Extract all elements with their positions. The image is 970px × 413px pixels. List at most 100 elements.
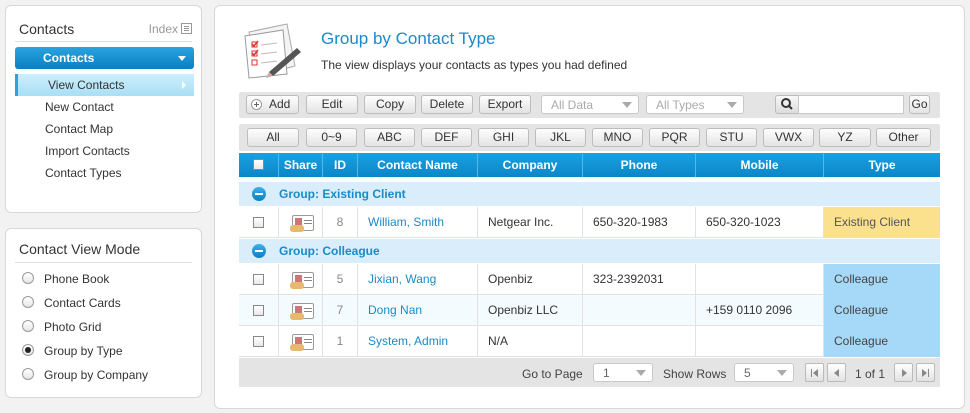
column-header-share[interactable]: Share — [279, 153, 323, 177]
page-subtitle: The view displays your contacts as types… — [321, 58, 628, 72]
first-page-button[interactable] — [805, 363, 824, 382]
go-button[interactable]: Go — [909, 95, 930, 114]
chevron-down-icon — [636, 370, 646, 376]
alpha-filter-jkl[interactable]: JKL — [535, 128, 586, 147]
alpha-filter-abc[interactable]: ABC — [364, 128, 415, 147]
radio-button[interactable] — [22, 272, 34, 284]
row-checkbox[interactable] — [253, 336, 264, 347]
share-card-icon[interactable] — [290, 272, 314, 289]
column-header-phone[interactable]: Phone — [583, 153, 696, 177]
page-title: Group by Contact Type — [321, 29, 496, 48]
contact-name-link[interactable]: Dong Nan — [358, 295, 478, 326]
pagination-bar: Go to Page 1 Show Rows 5 1 of 1 — [239, 358, 940, 387]
last-page-button[interactable] — [916, 363, 935, 382]
table-row[interactable]: 5 Jixian, Wang Openbiz 323-2392031 Colle… — [239, 264, 940, 295]
alpha-filter-other[interactable]: Other — [876, 128, 931, 147]
contact-name-link[interactable]: William, Smith — [358, 207, 478, 238]
row-checkbox[interactable] — [253, 217, 264, 228]
radio-button[interactable] — [22, 296, 34, 308]
data-filter-select[interactable]: All Data — [541, 95, 639, 114]
data-filter-value: All Data — [551, 98, 594, 112]
phone-cell — [583, 326, 696, 357]
sidebar-item-contact-types[interactable]: Contact Types — [15, 162, 194, 184]
column-header-mobile[interactable]: Mobile — [696, 153, 824, 177]
radio-button-checked[interactable] — [22, 344, 34, 356]
sidebar-item-import-contacts[interactable]: Import Contacts — [15, 140, 194, 162]
column-header-type[interactable]: Type — [824, 153, 940, 177]
select-all-checkbox[interactable] — [253, 159, 264, 170]
id-cell: 5 — [323, 264, 358, 295]
share-card-icon[interactable] — [290, 215, 314, 232]
table-row[interactable]: 8 William, Smith Netgear Inc. 650-320-19… — [239, 207, 940, 238]
group-label: Group: Existing Client — [279, 187, 406, 201]
phone-cell: 323-2392031 — [583, 264, 696, 295]
sidebar-item-view-contacts[interactable]: View Contacts — [15, 74, 194, 96]
index-link[interactable]: Index — [149, 22, 178, 36]
sidebar-item-contact-map[interactable]: Contact Map — [15, 118, 194, 140]
chevron-down-icon — [727, 102, 737, 108]
id-cell: 1 — [323, 326, 358, 357]
copy-button[interactable]: Copy — [364, 95, 416, 114]
grid-header: Share ID Contact Name Company Phone Mobi… — [239, 153, 940, 177]
sidebar-item-label: Import Contacts — [45, 144, 130, 158]
table-row[interactable]: 1 System, Admin N/A Colleague — [239, 326, 940, 357]
view-mode-panel: Contact View Mode Phone Book Contact Car… — [5, 228, 202, 398]
next-page-button[interactable] — [894, 363, 913, 382]
show-rows-select[interactable]: 5 — [734, 363, 794, 382]
phone-cell — [583, 295, 696, 326]
type-filter-select[interactable]: All Types — [646, 95, 744, 114]
toolbar: Add Edit Copy Delete Export All Data All… — [239, 92, 940, 118]
goto-page-select[interactable]: 1 — [593, 363, 653, 382]
contacts-menu[interactable]: Contacts — [15, 47, 194, 69]
alphabet-filter-bar: All 0~9 ABC DEF GHI JKL MNO PQR STU VWX … — [239, 124, 940, 151]
page-info: 1 of 1 — [855, 367, 886, 381]
radio-button[interactable] — [22, 320, 34, 332]
column-header-id[interactable]: ID — [323, 153, 358, 177]
row-select-cell — [239, 295, 279, 326]
group-row-existing-client[interactable]: Group: Existing Client — [239, 181, 940, 206]
goto-page-label: Go to Page — [522, 367, 583, 381]
share-card-icon[interactable] — [290, 303, 314, 320]
chevron-left-icon — [834, 369, 839, 377]
contacts-nav-header: Contacts Index — [15, 14, 192, 42]
add-button[interactable]: Add — [246, 95, 299, 114]
goto-page-value: 1 — [603, 366, 610, 380]
collapse-icon[interactable] — [252, 244, 266, 258]
delete-button[interactable]: Delete — [421, 95, 473, 114]
table-row[interactable]: 7 Dong Nan Openbiz LLC +159 0110 2096 Co… — [239, 295, 940, 326]
edit-button[interactable]: Edit — [306, 95, 358, 114]
prev-page-button[interactable] — [827, 363, 846, 382]
sidebar-item-new-contact[interactable]: New Contact — [15, 96, 194, 118]
export-button[interactable]: Export — [479, 95, 531, 114]
row-checkbox[interactable] — [253, 305, 264, 316]
search-input[interactable] — [798, 95, 904, 114]
share-cell — [279, 295, 323, 326]
contact-name-link[interactable]: Jixian, Wang — [358, 264, 478, 295]
column-header-contact-name[interactable]: Contact Name — [358, 153, 478, 177]
alpha-filter-mno[interactable]: MNO — [592, 128, 643, 147]
row-checkbox[interactable] — [253, 274, 264, 285]
group-row-colleague[interactable]: Group: Colleague — [239, 238, 940, 263]
alpha-filter-yz[interactable]: YZ — [819, 128, 871, 147]
clipboard-pen-icon — [244, 23, 301, 79]
alpha-filter-stu[interactable]: STU — [706, 128, 757, 147]
contact-name-link[interactable]: System, Admin — [358, 326, 478, 357]
company-cell: Netgear Inc. — [478, 207, 583, 238]
sidebar-item-label: Contact Map — [45, 122, 114, 136]
alpha-filter-ghi[interactable]: GHI — [478, 128, 529, 147]
search-button[interactable] — [775, 95, 799, 114]
show-rows-value: 5 — [744, 366, 751, 380]
share-card-icon[interactable] — [290, 334, 314, 351]
row-select-cell — [239, 264, 279, 295]
alpha-filter-def[interactable]: DEF — [421, 128, 472, 147]
alpha-filter-vwx[interactable]: VWX — [763, 128, 814, 147]
chevron-down-icon — [622, 102, 632, 108]
radio-button[interactable] — [22, 368, 34, 380]
index-list-icon[interactable] — [181, 23, 192, 34]
column-header-company[interactable]: Company — [478, 153, 583, 177]
alpha-filter-all[interactable]: All — [247, 128, 299, 147]
collapse-icon[interactable] — [252, 187, 266, 201]
add-button-label: Add — [269, 97, 291, 111]
alpha-filter-pqr[interactable]: PQR — [649, 128, 700, 147]
alpha-filter-0-9[interactable]: 0~9 — [306, 128, 357, 147]
